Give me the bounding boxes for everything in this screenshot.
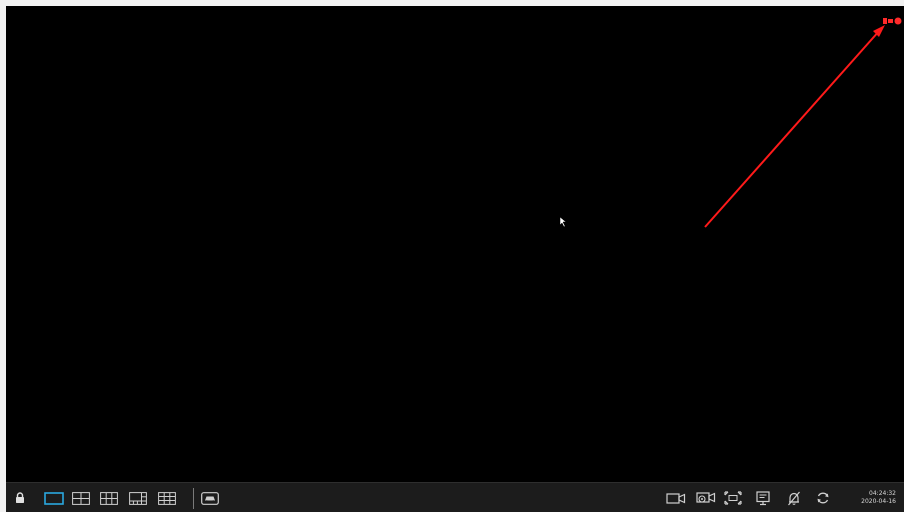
system-clock: 04:24:32 2020-04-16 xyxy=(861,490,896,506)
layout-4-button[interactable] xyxy=(71,490,91,506)
mouse-cursor-icon xyxy=(559,216,567,228)
six-view-icon xyxy=(100,491,118,505)
display-button[interactable] xyxy=(754,490,772,506)
eight-view-icon xyxy=(129,491,147,505)
clock-date: 2020-04-16 xyxy=(861,498,896,505)
refresh-button[interactable] xyxy=(814,490,832,506)
record-button[interactable] xyxy=(665,490,687,506)
muted-bell-icon xyxy=(788,491,800,505)
camera-icon xyxy=(666,492,686,504)
single-view-icon xyxy=(44,491,64,505)
camera-gear-icon xyxy=(696,492,716,503)
refresh-icon xyxy=(817,492,829,504)
fullscreen-icon xyxy=(724,491,742,505)
clock-time: 04:24:32 xyxy=(869,490,896,497)
quad-view-icon xyxy=(72,491,90,505)
camera-settings-button[interactable] xyxy=(695,490,717,506)
mute-button[interactable] xyxy=(785,490,803,506)
layout-1-button[interactable] xyxy=(43,490,65,506)
bottom-taskbar: 04:24:32 2020-04-16 xyxy=(6,482,904,512)
lock-icon xyxy=(16,492,24,503)
layout-9-button[interactable] xyxy=(157,490,177,506)
taskbar-divider xyxy=(193,488,194,509)
layout-6-button[interactable] xyxy=(99,490,119,506)
lock-button[interactable] xyxy=(14,490,26,506)
live-view-area[interactable] xyxy=(6,6,904,482)
monitor-icon xyxy=(756,490,770,505)
sequence-icon xyxy=(201,491,219,505)
fullscreen-button[interactable] xyxy=(723,490,743,506)
recording-indicator-icon xyxy=(883,17,902,25)
layout-8-button[interactable] xyxy=(128,490,148,506)
sequence-button[interactable] xyxy=(200,490,220,506)
nine-view-icon xyxy=(158,491,176,505)
nvr-screen: 04:24:32 2020-04-16 xyxy=(6,6,904,512)
